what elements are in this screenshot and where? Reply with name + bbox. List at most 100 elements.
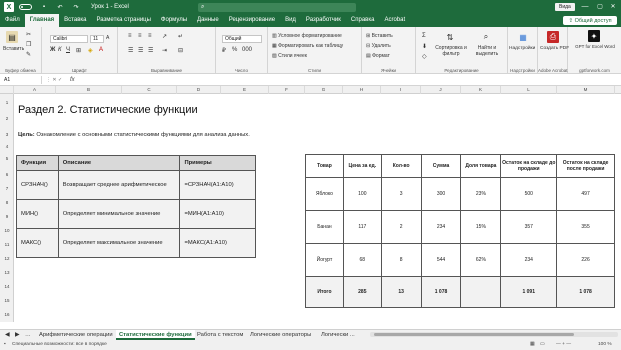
format-painter-icon[interactable]: ✎ (26, 51, 31, 58)
tab-data[interactable]: Данные (192, 14, 224, 27)
row-header[interactable]: 13 (0, 270, 14, 275)
table-cell[interactable]: 2 (380, 210, 422, 244)
table-cell[interactable]: 357 (500, 210, 558, 244)
delete-cells-button[interactable]: ⊟ Удалить (366, 43, 391, 49)
autosum-icon[interactable]: Σ (422, 33, 426, 39)
row-header[interactable]: 11 (0, 242, 14, 247)
table-cell[interactable]: 15% (460, 210, 502, 244)
sheet-tab[interactable]: Работа с текстом (194, 330, 246, 340)
save-icon[interactable]: ▪ (39, 2, 49, 12)
table-cell[interactable]: Йогурт (305, 243, 344, 277)
column-header[interactable]: G (305, 86, 343, 94)
fill-color-icon[interactable]: ◈ (88, 47, 93, 54)
number-format-select[interactable]: Общий (222, 35, 262, 43)
row-header[interactable]: 6 (0, 172, 14, 177)
sheet-tab-active[interactable]: Статистические функции (116, 330, 195, 340)
autosave-toggle[interactable] (19, 4, 32, 10)
column-header[interactable]: H (343, 86, 381, 94)
header-cell[interactable]: Доля товара (460, 154, 502, 178)
close-button[interactable]: ✕ (607, 0, 619, 14)
table-cell[interactable]: 234 (420, 210, 462, 244)
borders-icon[interactable]: ⊞ (76, 47, 81, 54)
column-header[interactable]: M (557, 86, 615, 94)
fill-icon[interactable]: ⬇ (422, 43, 427, 50)
currency-icon[interactable]: ₽ (222, 47, 226, 54)
table-cell[interactable]: Яблоко (305, 177, 344, 211)
cut-icon[interactable]: ✂ (26, 31, 31, 38)
column-header[interactable]: K (461, 86, 501, 94)
row-header[interactable]: 5 (0, 156, 14, 161)
font-color-icon[interactable]: A (99, 47, 103, 53)
total-cell[interactable]: 13 (380, 276, 422, 308)
gpt-icon[interactable]: ✦ (588, 30, 600, 42)
sheet-tab[interactable]: Логически ... (318, 330, 358, 340)
row-header[interactable]: 2 (0, 116, 14, 121)
header-cell[interactable]: Товар (305, 154, 344, 178)
font-name-select[interactable]: Calibri (50, 35, 88, 43)
select-all-corner[interactable] (0, 86, 14, 94)
table-cell[interactable]: Определяет максимальное значение (57, 228, 181, 258)
copy-icon[interactable]: ❐ (26, 41, 31, 48)
column-header[interactable]: C (122, 86, 177, 94)
format-as-table-button[interactable]: ▦ Форматировать как таблицу (272, 43, 343, 49)
table-cell[interactable]: 497 (556, 177, 615, 211)
header-cell[interactable]: Кол-во (380, 154, 422, 178)
total-cell[interactable]: 1 078 (420, 276, 462, 308)
table-cell[interactable]: МАКС() (16, 228, 59, 258)
comma-style-icon[interactable]: 000 (242, 47, 252, 53)
font-size-select[interactable]: 11 (90, 35, 104, 43)
align-center-icon[interactable]: ☰ (138, 47, 143, 54)
row-header[interactable]: 10 (0, 228, 14, 233)
view-layout-icon[interactable]: ▭ (540, 342, 545, 347)
table-cell[interactable]: 234 (500, 243, 558, 277)
row-header[interactable]: 9 (0, 214, 14, 219)
column-header[interactable]: A (14, 86, 56, 94)
column-header[interactable]: L (501, 86, 557, 94)
row-header[interactable]: 3 (0, 132, 14, 137)
tab-page-layout[interactable]: Разметка страницы (91, 14, 155, 27)
pdf-icon[interactable]: ⎙ (547, 31, 559, 43)
sheet-tab[interactable]: Арифметические операции (36, 330, 116, 340)
align-middle-icon[interactable]: ≡ (138, 33, 142, 39)
row-header[interactable]: 15 (0, 298, 14, 303)
header-cell[interactable]: Сумма (420, 154, 462, 178)
column-header[interactable]: E (221, 86, 269, 94)
share-button[interactable]: ⇪ Общий доступ (563, 16, 617, 25)
zoom-slider[interactable]: — + — (556, 342, 571, 347)
table-cell[interactable]: 3 (380, 177, 422, 211)
insert-cells-button[interactable]: ⊞ Вставить (366, 33, 393, 39)
table-cell[interactable]: =СРЗНАЧ(A1:A10) (179, 170, 256, 200)
table-cell[interactable]: 100 (342, 177, 382, 211)
table-cell[interactable]: 23% (460, 177, 502, 211)
tab-home[interactable]: Главная (24, 14, 60, 27)
column-header[interactable]: B (56, 86, 122, 94)
column-header[interactable]: D (177, 86, 221, 94)
paste-button[interactable]: Вставить (3, 46, 24, 52)
italic-icon[interactable]: К (58, 47, 62, 53)
header-cell[interactable]: Примеры (179, 155, 256, 171)
table-cell[interactable]: 300 (420, 177, 462, 211)
total-cell[interactable]: 1 091 (500, 276, 558, 308)
column-header[interactable]: I (381, 86, 421, 94)
table-cell[interactable]: 226 (556, 243, 615, 277)
underline-icon[interactable]: Ч (66, 47, 70, 53)
table-cell[interactable]: 62% (460, 243, 502, 277)
table-cell[interactable]: Возвращает среднее арифметическое (57, 170, 181, 200)
table-cell[interactable]: =МИН(A1:A10) (179, 199, 256, 229)
horizontal-scrollbar[interactable] (370, 332, 618, 337)
tab-help[interactable]: Справка (346, 14, 380, 27)
gpt-button[interactable]: GPT for Excel Word (574, 44, 616, 49)
paste-icon[interactable]: ▤ (6, 31, 18, 43)
tab-developer[interactable]: Разработчик (301, 14, 346, 27)
column-header[interactable]: F (269, 86, 305, 94)
row-header[interactable]: 7 (0, 186, 14, 191)
total-cell[interactable]: 1 078 (556, 276, 615, 308)
header-cell[interactable]: Остаток на складе до продажи (500, 154, 558, 178)
grow-font-icon[interactable]: A (106, 35, 109, 41)
clear-icon[interactable]: ◇ (422, 53, 427, 60)
table-cell[interactable]: 8 (380, 243, 422, 277)
accessibility-status[interactable]: Специальные возможности: все в порядке (12, 342, 107, 347)
tab-formulas[interactable]: Формулы (156, 14, 192, 27)
header-cell[interactable]: Остаток на складе после продажи (556, 154, 615, 178)
table-cell[interactable]: 355 (556, 210, 615, 244)
